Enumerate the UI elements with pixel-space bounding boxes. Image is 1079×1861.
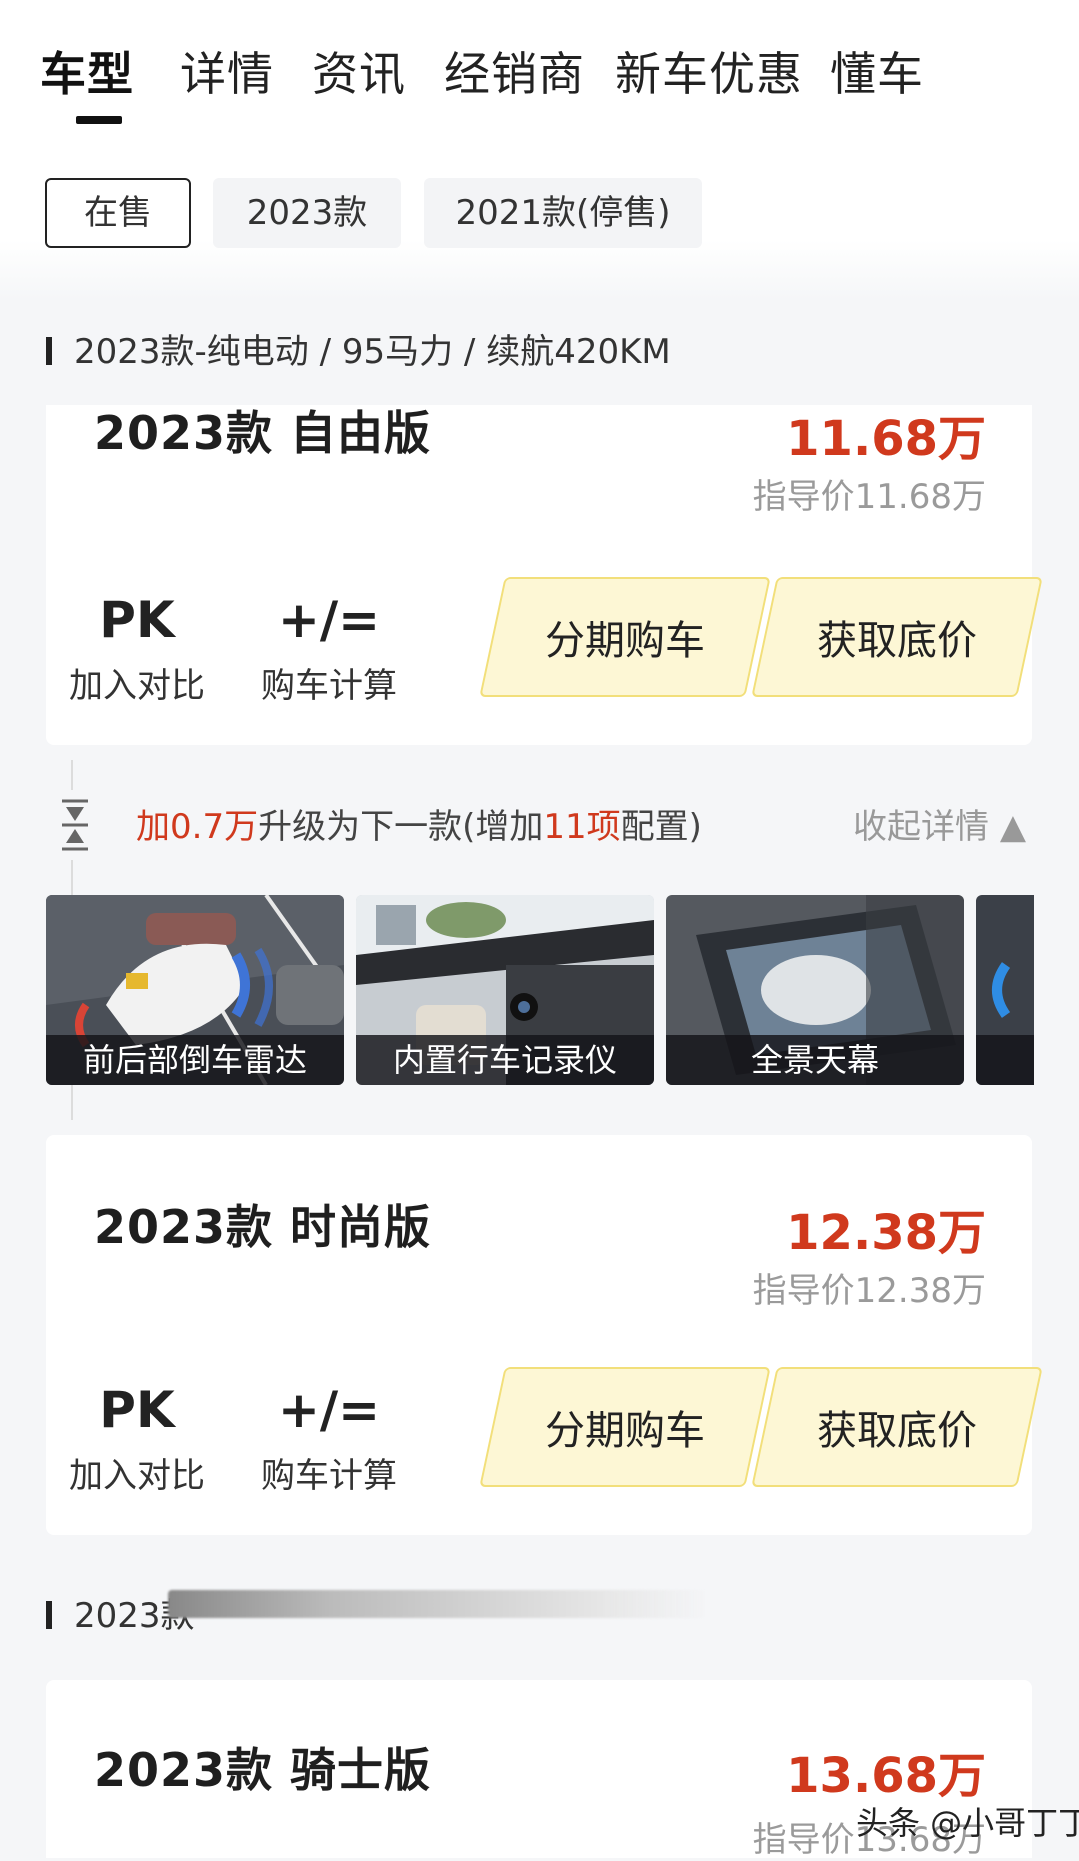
section-marker [46,336,52,365]
feature-caption: 前后部倒车雷达 [46,1035,344,1085]
compare-label: 加入对比 [69,1456,205,1496]
feature-parking-radar[interactable]: 前后部倒车雷达 [46,895,344,1085]
filter-on-sale[interactable]: 在售 [45,178,191,248]
feature-next[interactable] [976,895,1034,1085]
active-tab-indicator [76,116,122,124]
upgrade-text: 加0.7万升级为下一款(增加11项配置) [136,807,702,847]
model-price: 13.68万 [786,1748,986,1804]
tab-dongche[interactable]: 懂车 [830,38,924,104]
action-buttons: 分期购车 获取底价 [479,1367,1043,1487]
compress-icon [62,799,88,851]
model-card-fashion[interactable]: 2023款 时尚版 12.38万 指导价12.38万 PK 加入对比 +/= 购… [46,1135,1043,1535]
model-card-freedom[interactable]: 2023款 自由版 11.68万 指导价11.68万 PK 加入对比 +/= 购… [46,405,1043,745]
purchase-calculator[interactable]: +/= 购车计算 [254,590,404,707]
calculator-label: 购车计算 [261,1456,397,1496]
model-title: 2023款 时尚版 [94,1200,432,1254]
get-lowest-price-button[interactable]: 获取底价 [751,577,1043,697]
feature-dashcam[interactable]: 内置行车记录仪 [356,895,654,1085]
installment-button[interactable]: 分期购车 [479,1367,771,1487]
action-buttons: 分期购车 获取底价 [479,577,1043,697]
model-price: 12.38万 [786,1205,986,1261]
feature-panoramic-roof[interactable]: 全景天幕 [666,895,964,1085]
feature-carousel[interactable]: 前后部倒车雷达 内置行车记录仪 全景天幕 [46,895,1034,1085]
section-title: 2023款-纯电动 / 95马力 / 续航420KM [74,332,671,372]
tab-details[interactable]: 详情 [180,38,274,104]
model-title: 2023款 自由版 [94,406,432,460]
car-models-page: 车型 详情 资讯 经销商 新车优惠 懂车 在售 2023款 2021款(停售) … [0,0,1079,1860]
filter-2021-discontinued[interactable]: 2021款(停售) [424,178,702,248]
filter-2023[interactable]: 2023款 [213,178,401,248]
add-to-compare[interactable]: PK 加入对比 [62,590,212,707]
loading-placeholder [168,1590,708,1618]
section-header-2023-ev: 2023款-纯电动 / 95马力 / 续航420KM [46,324,671,373]
top-tab-bar: 车型 详情 资讯 经销商 新车优惠 懂车 [0,38,1079,118]
purchase-calculator[interactable]: +/= 购车计算 [254,1380,404,1497]
feature-caption: 内置行车记录仪 [356,1035,654,1085]
guide-price: 指导价12.38万 [752,1271,986,1311]
collapse-details-button[interactable]: 收起详情 ▲ [853,799,1026,848]
model-title: 2023款 骑士版 [94,1743,432,1797]
add-to-compare[interactable]: PK 加入对比 [62,1380,212,1497]
pk-icon: PK [99,1381,175,1439]
tab-new-car-offers[interactable]: 新车优惠 [615,38,803,104]
get-lowest-price-button[interactable]: 获取底价 [751,1367,1043,1487]
model-price: 11.68万 [786,411,986,467]
installment-button[interactable]: 分期购车 [479,577,771,697]
pk-icon: PK [99,591,175,649]
upgrade-hint-row[interactable]: 加0.7万升级为下一款(增加11项配置) 收起详情 ▲ [60,795,1040,855]
feature-caption: 全景天幕 [666,1035,964,1085]
compare-label: 加入对比 [69,666,205,706]
tab-news[interactable]: 资讯 [312,38,406,104]
calculator-icon: +/= [277,1381,381,1439]
calculator-icon: +/= [277,591,381,649]
guide-price: 指导价11.68万 [752,477,986,517]
timeline-line [71,760,73,790]
section-marker [46,1600,52,1629]
watermark: 头条 @小哥丁丁 [856,1804,1079,1842]
calculator-label: 购车计算 [261,666,397,706]
tab-models[interactable]: 车型 [40,38,134,104]
feature-caption [976,1035,1034,1085]
tab-dealers[interactable]: 经销商 [444,38,585,104]
